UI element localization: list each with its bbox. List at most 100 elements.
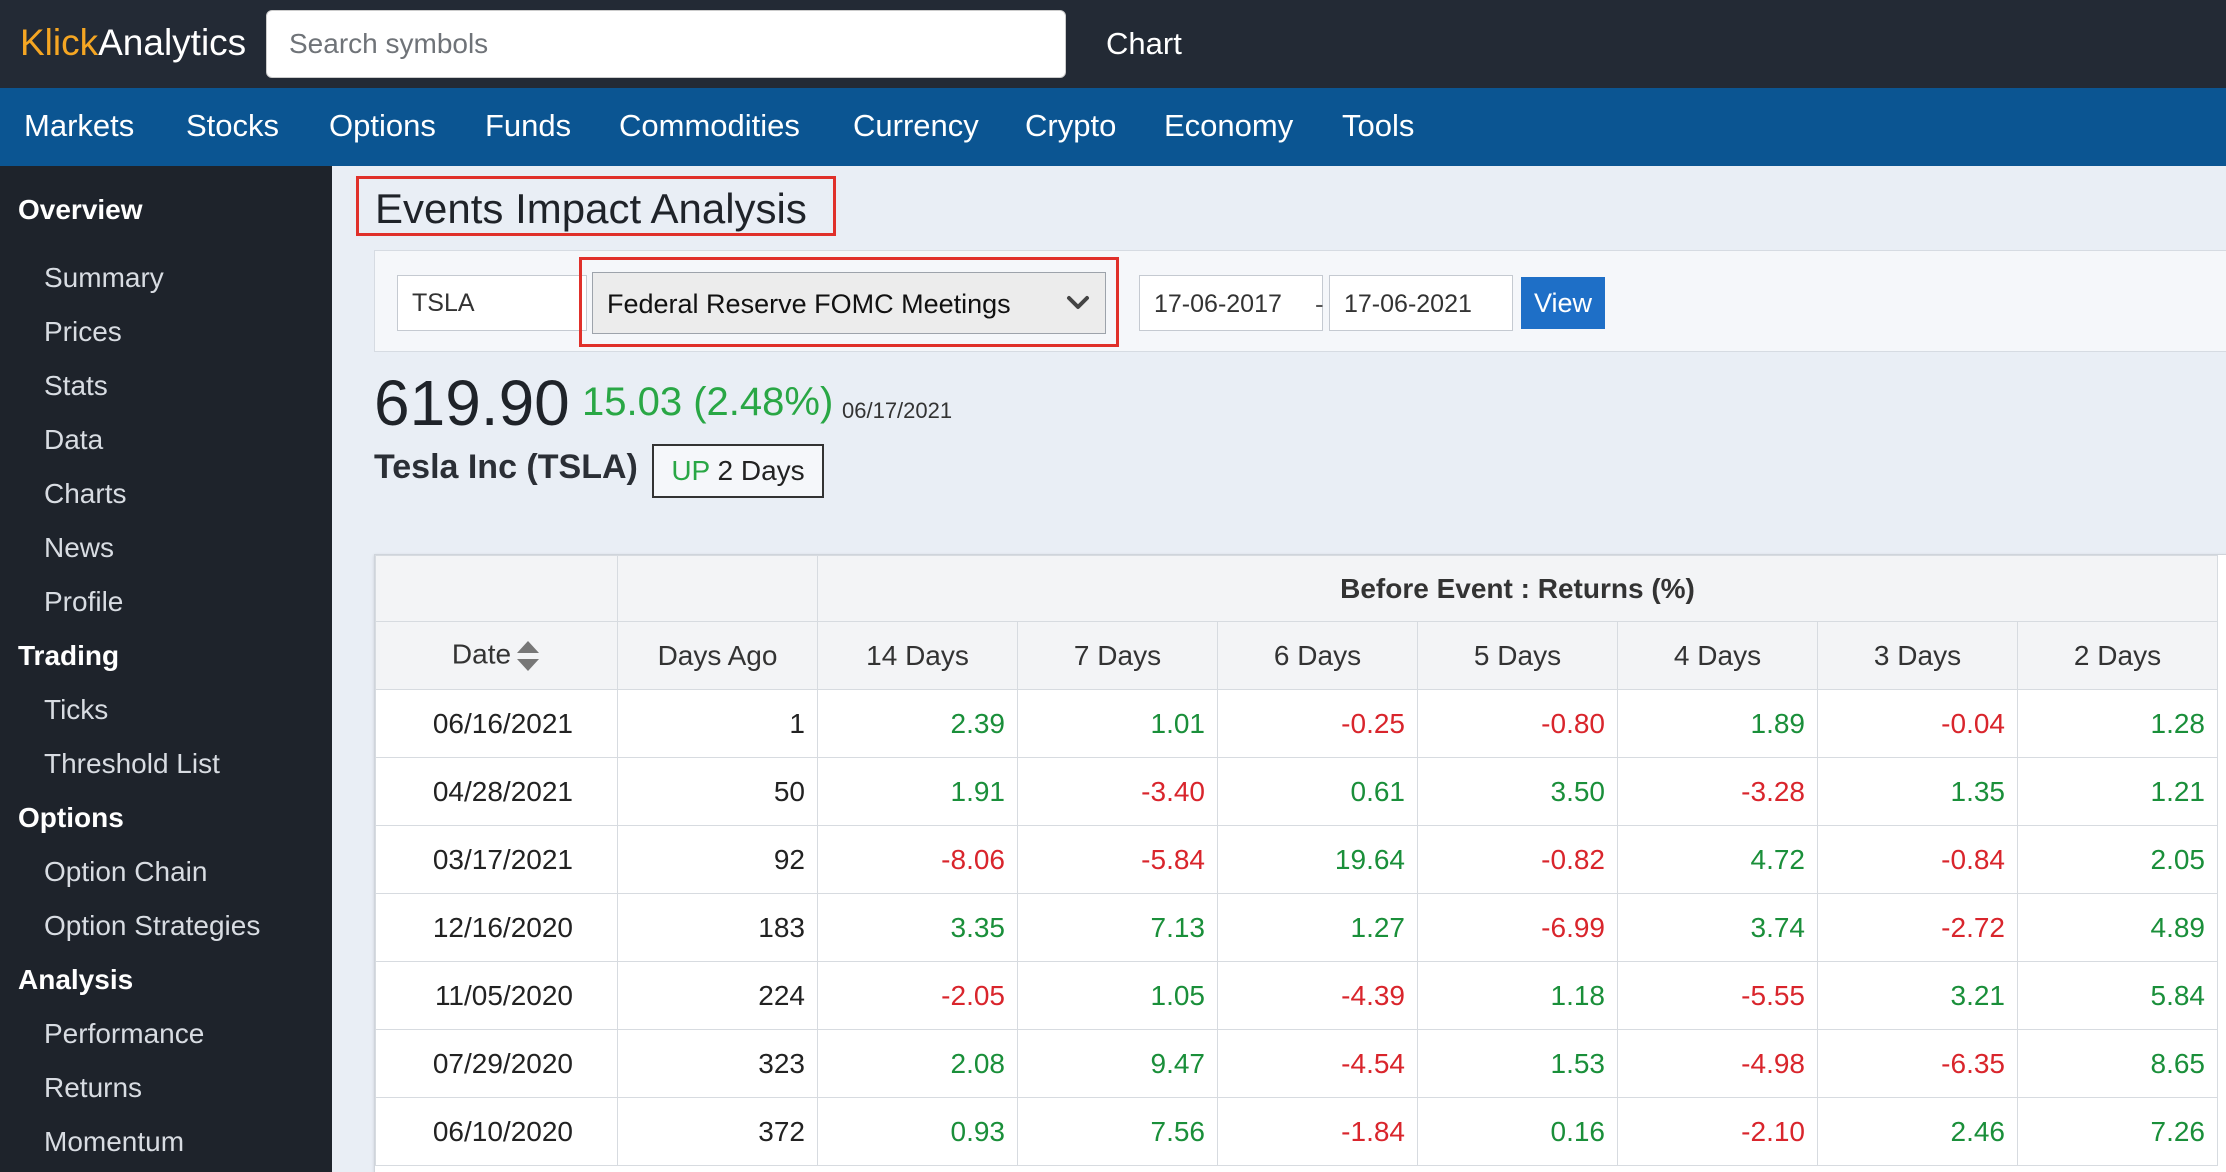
cell-return: 4.72 bbox=[1617, 825, 1818, 894]
sidebar-heading-options[interactable]: Options bbox=[18, 802, 124, 834]
nav-stocks[interactable]: Stocks bbox=[186, 108, 279, 144]
cell-return: -2.05 bbox=[817, 961, 1018, 1030]
cell-return: 2.39 bbox=[817, 689, 1018, 758]
search-input[interactable] bbox=[267, 11, 1065, 77]
nav-economy[interactable]: Economy bbox=[1164, 108, 1293, 144]
cell-return: 2.05 bbox=[2017, 825, 2218, 894]
sidebar-item-returns[interactable]: Returns bbox=[44, 1072, 142, 1104]
column-header-date-label: Date bbox=[451, 637, 512, 669]
cell-return: 9.47 bbox=[1017, 1029, 1218, 1098]
cell-return: -6.99 bbox=[1417, 893, 1618, 962]
sidebar-item-option-strategies[interactable]: Option Strategies bbox=[44, 910, 260, 942]
cell-return: 1.05 bbox=[1017, 961, 1218, 1030]
quote-date: 06/17/2021 bbox=[842, 398, 953, 423]
main-content: Events Impact Analysis Federal Reserve F… bbox=[332, 166, 2226, 1172]
sidebar-item-data[interactable]: Data bbox=[44, 424, 103, 456]
cell-return: -4.39 bbox=[1217, 961, 1418, 1030]
sidebar-item-summary[interactable]: Summary bbox=[44, 262, 164, 294]
cell-return: 5.84 bbox=[2017, 961, 2218, 1030]
table-row: 03/17/2021 92 -8.06 -5.84 19.64 -0.82 4.72 -0.8… bbox=[375, 825, 2218, 894]
cell-return: -4.98 bbox=[1617, 1029, 1818, 1098]
sidebar-item-news[interactable]: News bbox=[44, 532, 114, 564]
sidebar-heading-analysis[interactable]: Analysis bbox=[18, 964, 133, 996]
chevron-down-icon bbox=[1067, 296, 1089, 309]
cell-return: 3.74 bbox=[1617, 893, 1818, 962]
cell-date: 03/17/2021 bbox=[375, 825, 618, 894]
cell-return: 1.18 bbox=[1417, 961, 1618, 1030]
view-button[interactable]: View bbox=[1521, 277, 1605, 329]
search-box bbox=[266, 10, 1066, 78]
event-select[interactable]: Federal Reserve FOMC Meetings bbox=[592, 272, 1106, 334]
cell-return: 1.53 bbox=[1417, 1029, 1618, 1098]
cell-return: 19.64 bbox=[1217, 825, 1418, 894]
sidebar-item-momentum[interactable]: Momentum bbox=[44, 1126, 184, 1158]
sidebar-item-ticks[interactable]: Ticks bbox=[44, 694, 108, 726]
trend-badge: UP 2 Days bbox=[652, 444, 824, 498]
sort-icon[interactable] bbox=[515, 638, 541, 674]
column-header-14-days[interactable]: 14 Days bbox=[817, 621, 1018, 690]
table-row: 11/05/2020 224 -2.05 1.05 -4.39 1.18 -5.55 3.21… bbox=[375, 961, 2218, 1030]
cell-return: 1.01 bbox=[1017, 689, 1218, 758]
top-bar: KlickAnalytics Chart bbox=[0, 0, 2226, 88]
main-nav: Markets Stocks Options Funds Commodities… bbox=[0, 88, 2226, 166]
sidebar-item-performance[interactable]: Performance bbox=[44, 1018, 204, 1050]
column-header-7-days[interactable]: 7 Days bbox=[1017, 621, 1218, 690]
sidebar-item-threshold-list[interactable]: Threshold List bbox=[44, 748, 220, 780]
price-change: 15.03 (2.48%) bbox=[582, 380, 834, 424]
event-select-value: Federal Reserve FOMC Meetings bbox=[607, 289, 1011, 319]
cell-return: -8.06 bbox=[817, 825, 1018, 894]
cell-return: -0.25 bbox=[1217, 689, 1418, 758]
cell-days-ago: 323 bbox=[617, 1029, 818, 1098]
table-row: 07/29/2020 323 2.08 9.47 -4.54 1.53 -4.98 -6.35… bbox=[375, 1029, 2218, 1098]
event-highlight-box: Federal Reserve FOMC Meetings bbox=[579, 257, 1119, 347]
sidebar-heading-overview[interactable]: Overview bbox=[18, 194, 143, 226]
sidebar-item-charts[interactable]: Charts bbox=[44, 478, 126, 510]
nav-options[interactable]: Options bbox=[329, 108, 436, 144]
cell-return: 3.21 bbox=[1817, 961, 2018, 1030]
logo[interactable]: KlickAnalytics bbox=[20, 22, 246, 64]
table-row: 06/10/2020 372 0.93 7.56 -1.84 0.16 -2.10 2.46 7… bbox=[375, 1097, 2218, 1166]
sidebar-item-prices[interactable]: Prices bbox=[44, 316, 122, 348]
cell-return: 3.35 bbox=[817, 893, 1018, 962]
cell-date: 11/05/2020 bbox=[375, 961, 618, 1030]
sidebar-item-stats[interactable]: Stats bbox=[44, 370, 108, 402]
cell-return: -4.54 bbox=[1217, 1029, 1418, 1098]
cell-return: -2.10 bbox=[1617, 1097, 1818, 1166]
chart-link[interactable]: Chart bbox=[1106, 26, 1182, 62]
cell-return: -2.72 bbox=[1817, 893, 2018, 962]
table-group-header-row: Before Event : Returns (%) bbox=[375, 555, 2218, 622]
symbol-input[interactable] bbox=[397, 275, 587, 331]
start-date-input[interactable]: 17-06-2017 bbox=[1139, 275, 1323, 331]
column-header-5-days[interactable]: 5 Days bbox=[1417, 621, 1618, 690]
cell-return: 2.08 bbox=[817, 1029, 1018, 1098]
nav-funds[interactable]: Funds bbox=[485, 108, 571, 144]
trend-direction: UP bbox=[671, 455, 710, 486]
column-header-2-days[interactable]: 2 Days bbox=[2017, 621, 2218, 690]
cell-return: 1.28 bbox=[2017, 689, 2218, 758]
nav-currency[interactable]: Currency bbox=[853, 108, 979, 144]
column-header-3-days[interactable]: 3 Days bbox=[1817, 621, 2018, 690]
returns-table: Before Event : Returns (%) Date Days Ago… bbox=[375, 555, 2218, 1166]
column-header-4-days[interactable]: 4 Days bbox=[1617, 621, 1818, 690]
nav-markets[interactable]: Markets bbox=[24, 108, 134, 144]
logo-secondary: Analytics bbox=[98, 22, 247, 63]
cell-return: -6.35 bbox=[1817, 1029, 2018, 1098]
table-row: 04/28/2021 50 1.91 -3.40 0.61 3.50 -3.28 1.35 1.… bbox=[375, 757, 2218, 826]
table-body: 06/16/2021 1 2.39 1.01 -0.25 -0.80 1.89 -0.04 1.… bbox=[375, 689, 2218, 1166]
column-header-6-days[interactable]: 6 Days bbox=[1217, 621, 1418, 690]
sidebar-item-option-chain[interactable]: Option Chain bbox=[44, 856, 207, 888]
cell-return: 7.56 bbox=[1017, 1097, 1218, 1166]
nav-commodities[interactable]: Commodities bbox=[619, 108, 800, 144]
nav-crypto[interactable]: Crypto bbox=[1025, 108, 1116, 144]
group-header-blank bbox=[375, 555, 618, 622]
cell-return: 1.35 bbox=[1817, 757, 2018, 826]
column-header-days-ago[interactable]: Days Ago bbox=[617, 621, 818, 690]
sidebar-heading-trading[interactable]: Trading bbox=[18, 640, 119, 672]
page-title-box: Events Impact Analysis bbox=[356, 176, 836, 236]
nav-tools[interactable]: Tools bbox=[1342, 108, 1414, 144]
cell-return: 1.89 bbox=[1617, 689, 1818, 758]
sidebar-item-profile[interactable]: Profile bbox=[44, 586, 123, 618]
column-header-date[interactable]: Date bbox=[375, 621, 618, 690]
company-name: Tesla Inc (TSLA) bbox=[374, 448, 638, 486]
end-date-input[interactable]: 17-06-2021 bbox=[1329, 275, 1513, 331]
